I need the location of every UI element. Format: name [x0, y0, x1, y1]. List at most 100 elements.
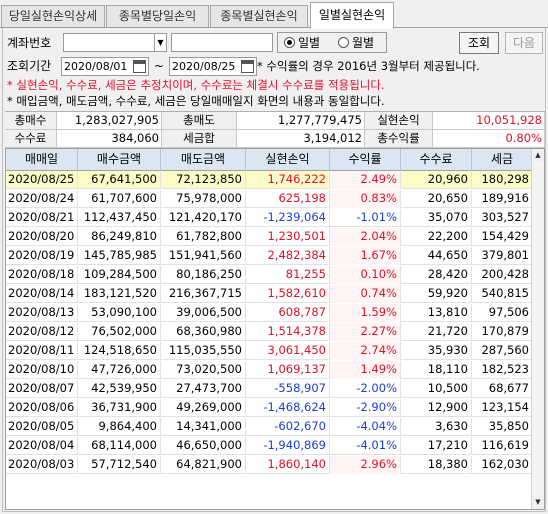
table-row[interactable]: 2020/08/25 67,641,500 72,123,850 1,746,222 2… — [6, 171, 533, 189]
table-row[interactable]: 2020/08/11 124,518,650 115,035,550 3,061,45… — [6, 342, 533, 360]
calendar-icon[interactable] — [133, 60, 146, 73]
table-row[interactable]: 2020/08/04 68,114,000 46,650,000 -1,940,869… — [6, 437, 533, 455]
daily-realized-pl-panel: 계좌번호 ▼ 일별 월별 조회 다음 조회기간 2020/08/01 ~ 202… — [2, 28, 546, 512]
table-row[interactable]: 2020/08/05 9,864,400 14,341,000 -602,670 -4.… — [6, 418, 533, 436]
table-cell: 67,641,500 — [78, 171, 161, 189]
table-row[interactable]: 2020/08/12 76,502,000 68,360,980 1,514,378 2… — [6, 323, 533, 341]
return-rate-note: * 수익률의 경우 2016년 3월부터 제공됩니다. — [257, 59, 480, 73]
column-header[interactable]: 실현손익 — [246, 149, 330, 171]
table-cell: 27,473,700 — [161, 380, 246, 398]
column-header[interactable]: 수익률 — [330, 149, 401, 171]
table-row[interactable]: 2020/08/10 47,726,000 73,020,500 1,069,137 1… — [6, 361, 533, 379]
column-header[interactable]: 매수금액 — [78, 149, 161, 171]
table-cell: 42,539,950 — [78, 380, 161, 398]
radio-selected-icon — [284, 37, 295, 48]
date-separator: ~ — [154, 59, 165, 73]
table-cell: 2020/08/05 — [6, 418, 78, 436]
table-row[interactable]: 2020/08/07 42,539,950 27,473,700 -558,907 -2… — [6, 380, 533, 398]
table-row[interactable]: 2020/08/03 57,712,540 64,821,900 1,860,140 2… — [6, 456, 533, 474]
table-row[interactable]: 2020/08/06 36,731,900 49,269,000 -1,468,624… — [6, 399, 533, 417]
table-cell: 20,960 — [401, 171, 472, 189]
table-row[interactable]: 2020/08/24 61,707,600 75,978,000 625,198 0.8… — [6, 190, 533, 208]
daily-pl-table: 매매일 매수금액 매도금액 실현손익 수익률 수수료 세금 2020/08/25 67,641… — [5, 148, 545, 510]
table-cell: 2020/08/04 — [6, 437, 78, 455]
summary-tax: 3,194,012 — [237, 130, 365, 148]
table-cell: 2020/08/19 — [6, 247, 78, 265]
scroll-up-icon[interactable]: ▲ — [532, 149, 544, 162]
radio-monthly[interactable]: 월별 — [338, 35, 374, 51]
table-cell: 0.10% — [330, 266, 401, 284]
table-cell: 182,523 — [472, 361, 533, 379]
table-cell: 9,864,400 — [78, 418, 161, 436]
calendar-icon[interactable] — [241, 60, 254, 73]
column-header[interactable]: 세금 — [472, 149, 533, 171]
table-cell: 112,437,450 — [78, 209, 161, 227]
table-cell: 2020/08/24 — [6, 190, 78, 208]
period-row: 조회기간 2020/08/01 ~ 2020/08/25 * 수익률의 경우 2… — [7, 57, 543, 77]
table-row[interactable]: 2020/08/14 183,121,520 216,367,715 1,582,61… — [6, 285, 533, 303]
tab-1[interactable]: 종목별당일손익 — [106, 5, 209, 27]
vertical-scrollbar[interactable]: ▲ ▼ — [531, 149, 544, 509]
table-cell: 2020/08/12 — [6, 323, 78, 341]
app-window: 당일실현손익상세 종목별당일손익 종목별실현손익 일별실현손익 계좌번호 ▼ 일별 월… — [0, 0, 548, 514]
tab-2[interactable]: 종목별실현손익 — [210, 5, 308, 27]
table-cell: -2.00% — [330, 380, 401, 398]
table-row[interactable]: 2020/08/20 86,249,810 61,782,800 1,230,501 2… — [6, 228, 533, 246]
period-type-radio-group: 일별 월별 — [277, 32, 387, 53]
table-cell: 18,110 — [401, 361, 472, 379]
table-cell: 287,560 — [472, 342, 533, 360]
summary-label-tax: 세금합 — [162, 130, 237, 148]
summary-label-fee: 수수료 — [5, 130, 57, 148]
radio-daily-label: 일별 — [298, 36, 321, 50]
account-row: 계좌번호 ▼ 일별 월별 조회 다음 — [7, 32, 543, 54]
table-cell: 22,200 — [401, 228, 472, 246]
column-header[interactable]: 수수료 — [401, 149, 472, 171]
table-cell: -602,670 — [246, 418, 330, 436]
table-cell: 17,210 — [401, 437, 472, 455]
radio-daily[interactable]: 일별 — [284, 35, 320, 51]
table-cell: 81,255 — [246, 266, 330, 284]
table-cell: 1,860,140 — [246, 456, 330, 474]
table-cell: 47,726,000 — [78, 361, 161, 379]
table-cell: 3,061,450 — [246, 342, 330, 360]
table-cell: 59,920 — [401, 285, 472, 303]
table-cell: 1.59% — [330, 304, 401, 322]
scroll-down-icon[interactable]: ▼ — [532, 496, 544, 509]
summary-realized: 10,051,928 — [433, 112, 545, 130]
table-cell: 162,030 — [472, 456, 533, 474]
table-cell: 1,514,378 — [246, 323, 330, 341]
search-button[interactable]: 조회 — [459, 32, 499, 54]
table-row[interactable]: 2020/08/19 145,785,985 151,941,560 2,482,38… — [6, 247, 533, 265]
summary-label-return: 총수익률 — [365, 130, 433, 148]
table-cell: 2,482,384 — [246, 247, 330, 265]
tab-3[interactable]: 일별실현손익 — [310, 2, 394, 29]
table-cell: 86,249,810 — [78, 228, 161, 246]
tab-0[interactable]: 당일실현손익상세 — [1, 5, 105, 27]
table-cell: 75,978,000 — [161, 190, 246, 208]
column-header[interactable]: 매도금액 — [161, 149, 246, 171]
table-cell: 35,930 — [401, 342, 472, 360]
table-row[interactable]: 2020/08/21 112,437,450 121,420,170 -1,239,0… — [6, 209, 533, 227]
table-cell: 61,707,600 — [78, 190, 161, 208]
chevron-down-icon: ▼ — [157, 38, 164, 47]
date-from-value: 2020/08/01 — [64, 60, 128, 73]
account-dropdown-button[interactable]: ▼ — [155, 33, 167, 52]
table-cell: 35,850 — [472, 418, 533, 436]
table-cell: -1.01% — [330, 209, 401, 227]
table-row[interactable]: 2020/08/18 109,284,500 80,186,250 81,255 0.1… — [6, 266, 533, 284]
table-cell: 109,284,500 — [78, 266, 161, 284]
table-cell: 0.74% — [330, 285, 401, 303]
table-cell: 0.83% — [330, 190, 401, 208]
date-to-input[interactable]: 2020/08/25 — [169, 57, 257, 76]
account-number-input[interactable] — [63, 33, 155, 52]
tab-bar: 당일실현손익상세 종목별당일손익 종목별실현손익 일별실현손익 — [0, 0, 548, 29]
table-cell: 145,785,985 — [78, 247, 161, 265]
table-cell: 2020/08/07 — [6, 380, 78, 398]
summary-label-realized: 실현손익 — [365, 112, 433, 130]
radio-unselected-icon — [338, 37, 349, 48]
date-from-input[interactable]: 2020/08/01 — [61, 57, 149, 76]
table-row[interactable]: 2020/08/13 53,090,100 39,006,500 608,787 1.5… — [6, 304, 533, 322]
table-cell: -1,468,624 — [246, 399, 330, 417]
column-header[interactable]: 매매일 — [6, 149, 78, 171]
next-button[interactable]: 다음 — [505, 32, 543, 54]
